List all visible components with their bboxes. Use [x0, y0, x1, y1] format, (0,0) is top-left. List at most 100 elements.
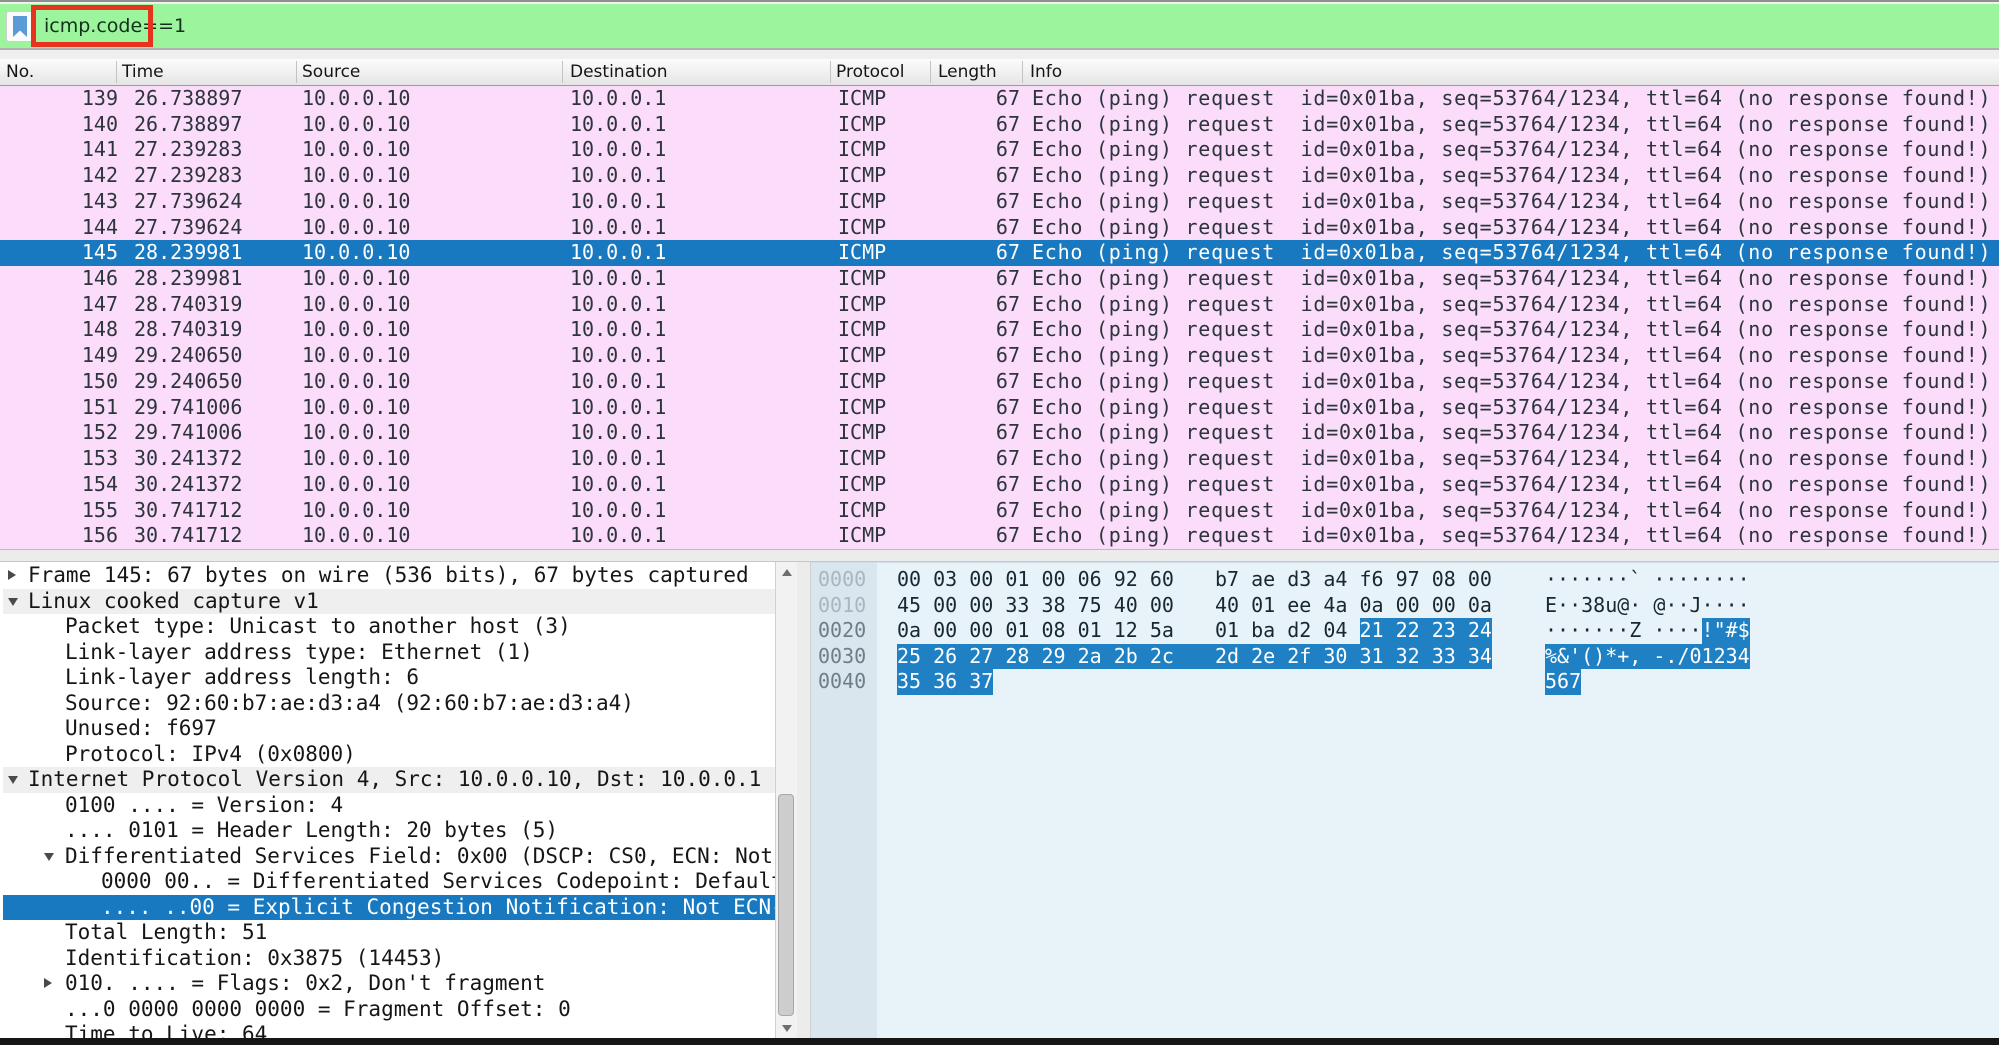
hex-bytes-group1[interactable]: 35 36 37	[897, 669, 993, 695]
packet-row[interactable]: 14929.24065010.0.0.1010.0.0.1ICMP67Echo …	[0, 343, 1999, 369]
hex-row[interactable]: 00200a 00 00 01 08 01 12 5a01 ba d2 04 2…	[811, 618, 1999, 644]
hex-bytes-group1[interactable]: 00 03 00 01 00 06 92 60	[897, 567, 1174, 593]
packet-row[interactable]: 13926.73889710.0.0.1010.0.0.1ICMP67Echo …	[0, 86, 1999, 112]
scrollbar-thumb[interactable]	[778, 794, 794, 1016]
detail-row[interactable]: Frame 145: 67 bytes on wire (536 bits), …	[3, 563, 775, 589]
detail-row[interactable]: 0100 .... = Version: 4	[3, 793, 775, 819]
cell-protocol: ICMP	[838, 189, 886, 215]
hex-bytes-group1[interactable]: 45 00 00 33 38 75 40 00	[897, 593, 1174, 619]
hex-bytes-group2[interactable]: 40 01 ee 4a 0a 00 00 0a	[1215, 593, 1492, 619]
detail-row[interactable]: Link-layer address type: Ethernet (1)	[3, 640, 775, 666]
packet-row[interactable]: 14026.73889710.0.0.1010.0.0.1ICMP67Echo …	[0, 112, 1999, 138]
cell-time: 26.738897	[134, 86, 242, 112]
packet-row[interactable]: 15229.74100610.0.0.1010.0.0.1ICMP67Echo …	[0, 420, 1999, 446]
packet-row[interactable]: 15530.74171210.0.0.1010.0.0.1ICMP67Echo …	[0, 498, 1999, 524]
cell-info: Echo (ping) request id=0x01ba, seq=53764…	[1032, 240, 1991, 266]
ascii-column[interactable]: %&'()*+, -./01234	[1545, 644, 1750, 670]
expanded-arrow-icon[interactable]	[8, 776, 18, 784]
detail-row-selected[interactable]: .... ..00 = Explicit Congestion Notifica…	[3, 895, 775, 921]
collapsed-arrow-icon[interactable]	[44, 978, 52, 988]
ascii-column[interactable]: 567	[1545, 669, 1581, 695]
pane-splitter[interactable]	[0, 549, 1999, 562]
filter-bookmark-button[interactable]	[6, 11, 33, 42]
packet-row[interactable]: 15029.24065010.0.0.1010.0.0.1ICMP67Echo …	[0, 369, 1999, 395]
hex-highlighted: %&'()*+, -./01234	[1545, 644, 1750, 670]
column-separator[interactable]	[296, 61, 297, 83]
scroll-down-button[interactable]	[776, 1018, 797, 1038]
detail-row[interactable]: 0000 00.. = Differentiated Services Code…	[3, 869, 775, 895]
packet-row[interactable]: 14728.74031910.0.0.1010.0.0.1ICMP67Echo …	[0, 292, 1999, 318]
hex-bytes-group2[interactable]: b7 ae d3 a4 f6 97 08 00	[1215, 567, 1492, 593]
detail-row[interactable]: 010. .... = Flags: 0x2, Don't fragment	[3, 971, 775, 997]
hex-bytes-group1[interactable]: 25 26 27 28 29 2a 2b 2c	[897, 644, 1174, 670]
cell-protocol: ICMP	[838, 112, 886, 138]
detail-text: Linux cooked capture v1	[28, 589, 319, 613]
ascii-column[interactable]: ·······Z ····!"#$	[1545, 618, 1750, 644]
hex-row[interactable]: 003025 26 27 28 29 2a 2b 2c2d 2e 2f 30 3…	[811, 644, 1999, 670]
detail-row[interactable]: .... 0101 = Header Length: 20 bytes (5)	[3, 818, 775, 844]
cell-destination: 10.0.0.1	[570, 266, 666, 292]
cell-destination: 10.0.0.1	[570, 446, 666, 472]
detail-row[interactable]: ...0 0000 0000 0000 = Fragment Offset: 0	[3, 997, 775, 1023]
detail-row[interactable]: Identification: 0x3875 (14453)	[3, 946, 775, 972]
column-header-destination[interactable]: Destination	[570, 59, 668, 86]
packet-row[interactable]: 14127.23928310.0.0.1010.0.0.1ICMP67Echo …	[0, 137, 1999, 163]
expanded-arrow-icon[interactable]	[8, 598, 18, 606]
packet-row[interactable]: 14427.73962410.0.0.1010.0.0.1ICMP67Echo …	[0, 215, 1999, 241]
collapsed-arrow-icon[interactable]	[8, 570, 16, 580]
cell-destination: 10.0.0.1	[570, 137, 666, 163]
cell-no: 148	[0, 317, 118, 343]
packet-row[interactable]: 14327.73962410.0.0.1010.0.0.1ICMP67Echo …	[0, 189, 1999, 215]
detail-text: 010. .... = Flags: 0x2, Don't fragment	[65, 971, 545, 995]
column-separator[interactable]	[116, 61, 117, 83]
expanded-arrow-icon[interactable]	[44, 853, 54, 861]
scroll-up-button[interactable]	[776, 562, 797, 582]
packet-row[interactable]: 14828.74031910.0.0.1010.0.0.1ICMP67Echo …	[0, 317, 1999, 343]
column-separator[interactable]	[930, 61, 931, 83]
column-separator[interactable]	[1022, 61, 1023, 83]
detail-row[interactable]: Linux cooked capture v1	[3, 589, 775, 615]
detail-row[interactable]: Unused: f697	[3, 716, 775, 742]
ascii-column[interactable]: E··38u@· @··J····	[1545, 593, 1750, 619]
hex-bytes-group2[interactable]: 01 ba d2 04 21 22 23 24	[1215, 618, 1492, 644]
hex-row[interactable]: 001045 00 00 33 38 75 40 0040 01 ee 4a 0…	[811, 593, 1999, 619]
packet-row[interactable]: 15430.24137210.0.0.1010.0.0.1ICMP67Echo …	[0, 472, 1999, 498]
cell-source: 10.0.0.10	[302, 266, 410, 292]
detail-row[interactable]: Protocol: IPv4 (0x0800)	[3, 742, 775, 768]
column-header-length[interactable]: Length	[938, 59, 997, 86]
hex-row[interactable]: 000000 03 00 01 00 06 92 60b7 ae d3 a4 f…	[811, 567, 1999, 593]
ascii-column[interactable]: ·······` ········	[1545, 567, 1750, 593]
detail-text: Link-layer address type: Ethernet (1)	[65, 640, 533, 664]
hex-bytes-group1[interactable]: 0a 00 00 01 08 01 12 5a	[897, 618, 1174, 644]
column-separator[interactable]	[562, 61, 563, 83]
detail-text: Unused: f697	[65, 716, 217, 740]
pane-gap	[797, 562, 811, 1038]
detail-row[interactable]: Internet Protocol Version 4, Src: 10.0.0…	[3, 767, 775, 793]
column-header-source[interactable]: Source	[302, 59, 360, 86]
packet-row[interactable]: 15630.74171210.0.0.1010.0.0.1ICMP67Echo …	[0, 523, 1999, 549]
detail-row[interactable]: Packet type: Unicast to another host (3)	[3, 614, 775, 640]
column-separator[interactable]	[830, 61, 831, 83]
packet-row-selected[interactable]: 14528.23998110.0.0.1010.0.0.1ICMP67Echo …	[0, 240, 1999, 266]
detail-row[interactable]: Link-layer address length: 6	[3, 665, 775, 691]
details-scrollbar[interactable]	[775, 562, 797, 1038]
cell-time: 30.741712	[134, 498, 242, 524]
detail-row[interactable]: Time to Live: 64	[3, 1022, 775, 1038]
packet-row[interactable]: 15330.24137210.0.0.1010.0.0.1ICMP67Echo …	[0, 446, 1999, 472]
hex-bytes-group2[interactable]: 2d 2e 2f 30 31 32 33 34	[1215, 644, 1492, 670]
packet-row[interactable]: 14227.23928310.0.0.1010.0.0.1ICMP67Echo …	[0, 163, 1999, 189]
detail-row[interactable]: Total Length: 51	[3, 920, 775, 946]
cell-length: 67	[940, 523, 1020, 549]
column-header-protocol[interactable]: Protocol	[836, 59, 905, 86]
detail-row[interactable]: Source: 92:60:b7:ae:d3:a4 (92:60:b7:ae:d…	[3, 691, 775, 717]
column-header-no[interactable]: No.	[6, 59, 34, 86]
column-header-time[interactable]: Time	[122, 59, 164, 86]
column-header-info[interactable]: Info	[1030, 59, 1062, 86]
hex-row[interactable]: 004035 36 37567	[811, 669, 1999, 695]
filter-input[interactable]: icmp.code==1	[44, 4, 186, 49]
detail-row[interactable]: Differentiated Services Field: 0x00 (DSC…	[3, 844, 775, 870]
packet-row[interactable]: 15129.74100610.0.0.1010.0.0.1ICMP67Echo …	[0, 395, 1999, 421]
display-filter-bar: icmp.code==1	[0, 4, 1999, 49]
cell-destination: 10.0.0.1	[570, 523, 666, 549]
packet-row[interactable]: 14628.23998110.0.0.1010.0.0.1ICMP67Echo …	[0, 266, 1999, 292]
